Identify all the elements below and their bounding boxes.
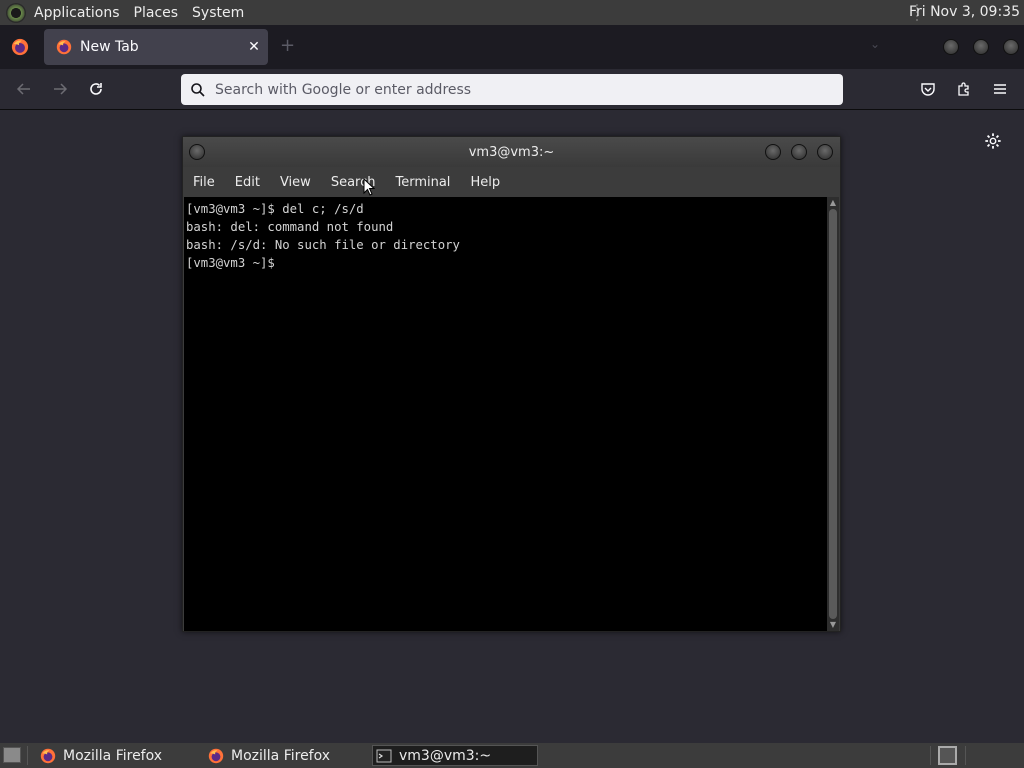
menu-help[interactable]: Help (470, 175, 500, 190)
app-menu-button[interactable] (987, 76, 1013, 102)
pocket-icon (921, 83, 935, 96)
taskbar-item-label: Mozilla Firefox (231, 747, 331, 764)
firefox-icon (40, 748, 56, 763)
places-menu[interactable]: Places (134, 5, 179, 21)
window-menu-button[interactable] (189, 144, 205, 160)
reload-button[interactable] (83, 76, 109, 102)
scroll-down-icon[interactable]: ▼ (828, 620, 838, 629)
scrollbar-thumb[interactable] (829, 209, 837, 619)
applications-menu[interactable]: Applications (34, 5, 120, 21)
terminal-menubar: File Edit View Search Terminal Help (183, 167, 840, 197)
panel-separator (965, 746, 966, 765)
close-window-button[interactable] (1003, 39, 1019, 55)
pocket-button[interactable] (915, 76, 941, 102)
menu-terminal[interactable]: Terminal (395, 175, 450, 190)
tab-strip: New Tab ✕ + ⌄ (0, 25, 1024, 69)
address-placeholder: Search with Google or enter address (215, 81, 472, 98)
clock[interactable]: Fri Nov 3, 09:35 (909, 4, 1020, 20)
terminal-line: bash: /s/d: No such file or directory (186, 238, 460, 252)
reload-icon (90, 83, 102, 95)
taskbar-item-terminal[interactable]: vm3@vm3:~ (372, 745, 538, 766)
gear-icon[interactable] (984, 132, 1002, 150)
tab-new-tab[interactable]: New Tab ✕ (44, 29, 268, 65)
hamburger-menu-icon (994, 84, 1006, 94)
firefox-icon (208, 748, 224, 763)
workspace-switcher[interactable] (938, 746, 957, 765)
taskbar-item-label: vm3@vm3:~ (399, 747, 492, 764)
terminal-title: vm3@vm3:~ (468, 144, 555, 160)
taskbar-item-firefox-2[interactable]: Mozilla Firefox (206, 745, 366, 766)
panel-separator (27, 746, 28, 765)
distro-logo-icon[interactable] (6, 2, 26, 23)
new-tab-button[interactable]: + (280, 35, 295, 56)
forward-arrow-icon (54, 83, 68, 95)
terminal-line: bash: del: command not found (186, 220, 394, 234)
tab-label: New Tab (80, 39, 139, 55)
taskbar-item-firefox-1[interactable]: Mozilla Firefox (38, 745, 198, 766)
top-panel: Applications Places System Fri Nov 3, 09… (0, 0, 1024, 25)
search-icon (191, 82, 205, 97)
back-arrow-icon (16, 83, 30, 95)
terminal-titlebar[interactable]: vm3@vm3:~ (183, 137, 840, 167)
minimize-window-button[interactable] (943, 39, 959, 55)
firefox-view-icon[interactable] (11, 38, 29, 56)
forward-button[interactable] (47, 76, 73, 102)
terminal-screen[interactable]: [vm3@vm3 ~]$ del c; /s/d bash: del: comma… (184, 197, 827, 631)
terminal-window[interactable]: vm3@vm3:~ File Edit View Search Terminal… (182, 136, 841, 632)
bottom-panel: Mozilla Firefox Mozilla Firefox vm3@vm3:… (0, 743, 1024, 768)
navigation-bar: Search with Google or enter address (0, 69, 1024, 110)
terminal-scrollbar[interactable]: ▲ ▼ (827, 197, 839, 631)
system-menu[interactable]: System (192, 5, 244, 21)
terminal-close-button[interactable] (817, 144, 833, 160)
menu-view[interactable]: View (280, 175, 311, 190)
mouse-pointer-icon (363, 178, 375, 196)
terminal-minimize-button[interactable] (765, 144, 781, 160)
terminal-maximize-button[interactable] (791, 144, 807, 160)
list-all-tabs-icon[interactable]: ⌄ (870, 37, 880, 51)
panel-separator (930, 746, 931, 765)
close-tab-icon[interactable]: ✕ (240, 39, 268, 55)
firefox-icon (56, 39, 72, 55)
scroll-up-icon[interactable]: ▲ (828, 198, 838, 207)
terminal-line: [vm3@vm3 ~]$ del c; /s/d (186, 202, 364, 216)
back-button[interactable] (11, 76, 37, 102)
extensions-button[interactable] (951, 76, 977, 102)
terminal-prompt-line: [vm3@vm3 ~]$ (186, 256, 275, 270)
maximize-window-button[interactable] (973, 39, 989, 55)
menu-file[interactable]: File (193, 175, 215, 190)
taskbar-item-label: Mozilla Firefox (63, 747, 163, 764)
terminal-icon (376, 749, 392, 762)
address-bar[interactable]: Search with Google or enter address (181, 74, 843, 105)
puzzle-icon (958, 82, 969, 96)
show-desktop-button[interactable] (3, 747, 21, 763)
menu-edit[interactable]: Edit (235, 175, 260, 190)
